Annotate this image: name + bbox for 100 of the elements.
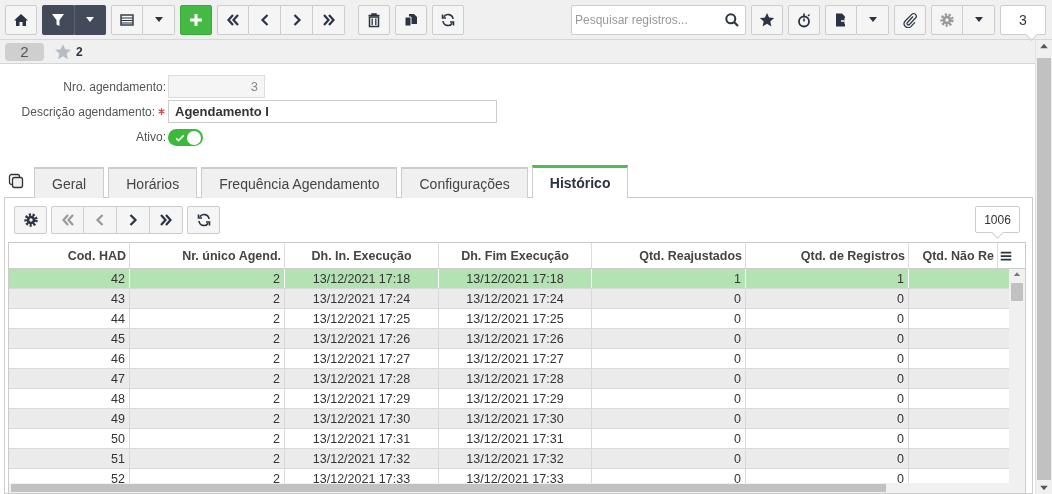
table-cell: 0 <box>734 451 741 466</box>
table-cell: 0 <box>734 371 741 386</box>
tab[interactable]: Frequência Agendamento <box>201 167 398 198</box>
scrollbar-thumb[interactable] <box>1011 283 1024 301</box>
table-cell: 13/12/2021 17:29 <box>466 391 564 406</box>
table-row[interactable]: 47 2 13/12/2021 17:28 13/12/2021 17:28 0 0 <box>9 369 1010 389</box>
record-count: 1006 <box>975 206 1020 237</box>
first-record-button[interactable] <box>217 4 249 35</box>
table-row[interactable]: 49 2 13/12/2021 17:30 13/12/2021 17:30 0 0 <box>9 409 1010 429</box>
scrollbar-thumb[interactable] <box>11 484 886 492</box>
column-header[interactable]: Qtd. Reajustados <box>639 248 742 263</box>
caret-icon <box>974 17 983 22</box>
table-cell: 13/12/2021 17:33 <box>312 471 411 483</box>
next-record-button[interactable] <box>117 206 150 234</box>
field-label: Nro. agendamento: <box>63 79 166 94</box>
tab[interactable]: Horários <box>108 167 198 198</box>
column-header[interactable]: Dh. Fim Execução <box>461 248 569 263</box>
table-cell: 47 <box>111 371 125 386</box>
tab[interactable]: Histórico <box>531 165 629 198</box>
table-cell: 46 <box>111 351 125 366</box>
text-field[interactable]: Agendamento I <box>168 100 497 123</box>
toggle-switch[interactable] <box>168 129 203 146</box>
tab[interactable]: Configurações <box>401 167 528 198</box>
column-header[interactable]: Dh. In. Execução <box>311 248 412 263</box>
delete-button[interactable] <box>358 4 390 35</box>
table-cell: 13/12/2021 17:25 <box>466 311 564 326</box>
caret-icon <box>154 17 163 22</box>
last-record-button[interactable] <box>150 206 183 234</box>
grid-view-icon <box>119 11 135 28</box>
filter-button[interactable] <box>42 4 74 35</box>
duplicate-icon <box>403 11 419 28</box>
favorites-button[interactable] <box>751 4 783 35</box>
table-cell: 0 <box>734 471 741 483</box>
table-cell: 13/12/2021 17:29 <box>312 391 411 406</box>
table-cell: 13/12/2021 17:31 <box>312 431 411 446</box>
table-cell: 1 <box>734 271 741 286</box>
table-row[interactable]: 46 2 13/12/2021 17:27 13/12/2021 17:27 0 0 <box>9 349 1010 369</box>
column-header[interactable]: Qtd. Não Re <box>922 248 994 263</box>
table-row[interactable]: 45 2 13/12/2021 17:26 13/12/2021 17:26 0 0 <box>9 329 1010 349</box>
table-row[interactable]: 44 2 13/12/2021 17:25 13/12/2021 17:25 0 0 <box>9 309 1010 329</box>
table-cell: 44 <box>111 311 125 326</box>
refresh-button[interactable] <box>187 206 220 234</box>
attachment-icon <box>902 11 918 28</box>
settings-button[interactable] <box>14 206 47 234</box>
favorites-count: 2 <box>76 44 83 59</box>
tab[interactable]: Geral <box>34 167 105 198</box>
table-cell: 2 <box>273 351 280 366</box>
settings-icon <box>939 11 955 28</box>
table-cell: 2 <box>273 331 280 346</box>
last-record-icon <box>158 212 174 228</box>
field-label: Ativo: <box>136 129 166 144</box>
table-row[interactable]: 50 2 13/12/2021 17:31 13/12/2021 17:31 0 0 <box>9 429 1010 449</box>
add-icon <box>188 11 204 28</box>
attachment-button[interactable] <box>894 4 926 35</box>
table-cell: 13/12/2021 17:28 <box>466 371 564 386</box>
tab-windows-icon <box>8 173 24 189</box>
table-cell: 13/12/2021 17:32 <box>466 451 564 466</box>
refresh-button[interactable] <box>432 4 464 35</box>
table-cell: 0 <box>897 451 904 466</box>
table-row[interactable]: 42 2 13/12/2021 17:18 13/12/2021 17:18 1 1 <box>9 269 1010 289</box>
column-header[interactable]: Cod. HAD <box>67 248 126 263</box>
table-cell: 0 <box>897 291 904 306</box>
table-cell: 0 <box>897 331 904 346</box>
field-label: Descrição agendamento: <box>21 104 155 119</box>
table-cell: 2 <box>273 391 280 406</box>
record-badge: 2 <box>5 42 44 61</box>
grid-view-button[interactable] <box>111 4 143 35</box>
table-cell: 50 <box>111 431 125 446</box>
previous-record-button[interactable] <box>249 4 281 35</box>
caret-icon <box>868 17 877 22</box>
table-cell: 2 <box>273 471 280 483</box>
scrollbar-thumb[interactable] <box>1037 58 1051 480</box>
table-cell: 0 <box>897 391 904 406</box>
search-field[interactable]: Pesquisar registros... <box>571 4 746 35</box>
search-icon <box>724 11 740 28</box>
filter-menu-button[interactable] <box>74 4 106 35</box>
timer-button[interactable] <box>788 4 820 35</box>
table-cell: 2 <box>273 291 280 306</box>
table-cell: 0 <box>897 431 904 446</box>
table-row[interactable]: 48 2 13/12/2021 17:29 13/12/2021 17:29 0 0 <box>9 389 1010 409</box>
column-header[interactable]: Nr. único Agend. <box>182 248 281 263</box>
duplicate-button[interactable] <box>395 4 427 35</box>
column-header[interactable]: Qtd. de Registros <box>800 248 905 263</box>
table-row[interactable]: 51 2 13/12/2021 17:32 13/12/2021 17:32 0 0 <box>9 449 1010 469</box>
export-button[interactable] <box>825 4 857 35</box>
table-row[interactable]: 43 2 13/12/2021 17:24 13/12/2021 17:24 0 0 <box>9 289 1010 309</box>
next-record-button[interactable] <box>281 4 313 35</box>
export-icon <box>833 11 849 28</box>
home-button[interactable] <box>5 4 37 35</box>
add-button[interactable] <box>180 4 212 35</box>
table-cell: 2 <box>273 431 280 446</box>
table-cell: 2 <box>273 451 280 466</box>
table-cell: 52 <box>111 471 125 483</box>
table-cell: 0 <box>734 391 741 406</box>
last-record-button[interactable] <box>313 4 345 35</box>
table-cell: 0 <box>734 351 741 366</box>
table-cell: 13/12/2021 17:30 <box>312 411 411 426</box>
favorites-icon <box>759 11 775 28</box>
table-cell: 13/12/2021 17:33 <box>466 471 564 483</box>
table-cell: 0 <box>734 311 741 326</box>
